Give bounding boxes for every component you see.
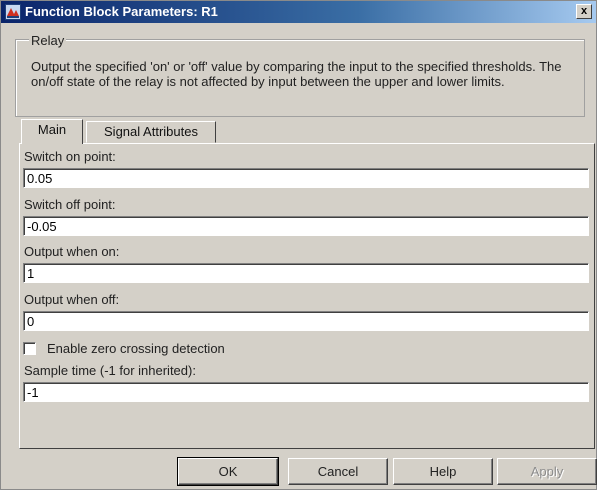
output-off-label: Output when off: (24, 292, 120, 307)
output-off-input[interactable] (23, 311, 589, 331)
switch-on-label: Switch on point: (24, 149, 116, 164)
window-title: Function Block Parameters: R1 (25, 4, 218, 19)
tab-main[interactable]: Main (21, 119, 83, 144)
ok-button[interactable]: OK (177, 457, 279, 486)
zero-crossing-label: Enable zero crossing detection (47, 341, 225, 356)
block-description: Output the specified 'on' or 'off' value… (31, 59, 562, 89)
output-on-label: Output when on: (24, 244, 120, 259)
zero-crossing-checkbox[interactable] (23, 342, 36, 355)
dialog-window: Function Block Parameters: R1 x Relay Ou… (0, 0, 597, 490)
apply-button[interactable]: Apply (497, 458, 597, 485)
help-button[interactable]: Help (393, 458, 493, 485)
close-icon[interactable]: x (576, 4, 592, 19)
simulink-block-icon (5, 4, 21, 20)
title-bar[interactable]: Function Block Parameters: R1 x (1, 1, 596, 23)
tab-signal-attributes[interactable]: Signal Attributes (86, 121, 216, 143)
switch-off-input[interactable] (23, 216, 589, 236)
group-legend: Relay (29, 33, 67, 48)
sample-time-input[interactable] (23, 382, 589, 402)
cancel-button[interactable]: Cancel (288, 458, 388, 485)
sample-time-label: Sample time (-1 for inherited): (24, 363, 196, 378)
switch-off-label: Switch off point: (24, 197, 116, 212)
switch-on-input[interactable] (23, 168, 589, 188)
output-on-input[interactable] (23, 263, 589, 283)
